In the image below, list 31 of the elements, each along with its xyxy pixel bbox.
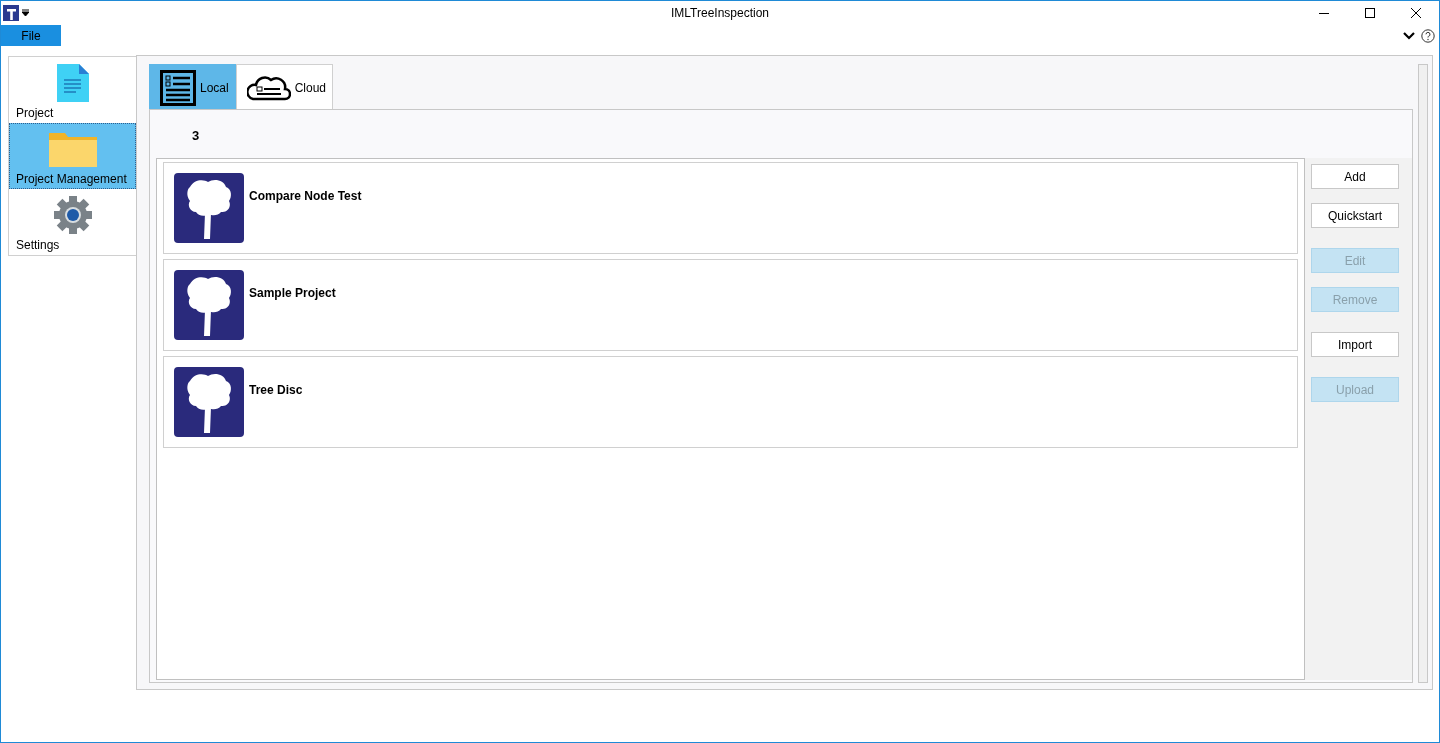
settings-icon <box>52 195 93 235</box>
project-card[interactable]: Tree Disc <box>163 356 1298 448</box>
close-icon[interactable] <box>1411 8 1421 18</box>
window-title: IMLTreeInspection <box>669 6 770 20</box>
list-icon <box>160 69 196 106</box>
menu-item[interactable]: File <box>1 25 61 46</box>
chevron-down-icon[interactable] <box>1403 31 1415 40</box>
scrollbar[interactable] <box>1418 64 1428 683</box>
project-name: Compare Node Test <box>249 189 362 203</box>
tab[interactable]: Local <box>149 64 236 110</box>
project-name: Sample Project <box>249 286 336 300</box>
minimize-icon[interactable] <box>1319 12 1329 14</box>
tree-icon <box>174 173 244 243</box>
tab[interactable]: Cloud <box>235 64 334 110</box>
folder-icon <box>48 131 97 167</box>
action-button[interactable]: Import <box>1311 332 1399 357</box>
cloud-icon <box>246 74 291 101</box>
project-count: 3 <box>192 128 201 145</box>
help-icon[interactable] <box>1421 28 1435 43</box>
sidebar-item[interactable]: Project Management <box>9 123 136 189</box>
project-card[interactable]: Compare Node Test <box>163 162 1298 254</box>
project-card[interactable]: Sample Project <box>163 259 1298 351</box>
action-button[interactable]: Quickstart <box>1311 203 1399 228</box>
maximize-icon[interactable] <box>1365 8 1375 18</box>
tree-icon <box>174 270 244 340</box>
action-button[interactable]: Add <box>1311 164 1399 189</box>
document-icon <box>56 64 89 102</box>
project-name: Tree Disc <box>249 383 303 397</box>
app-logo-icon[interactable] <box>3 5 19 21</box>
tree-icon <box>174 367 244 437</box>
dropdown-arrow-icon[interactable] <box>22 9 29 17</box>
